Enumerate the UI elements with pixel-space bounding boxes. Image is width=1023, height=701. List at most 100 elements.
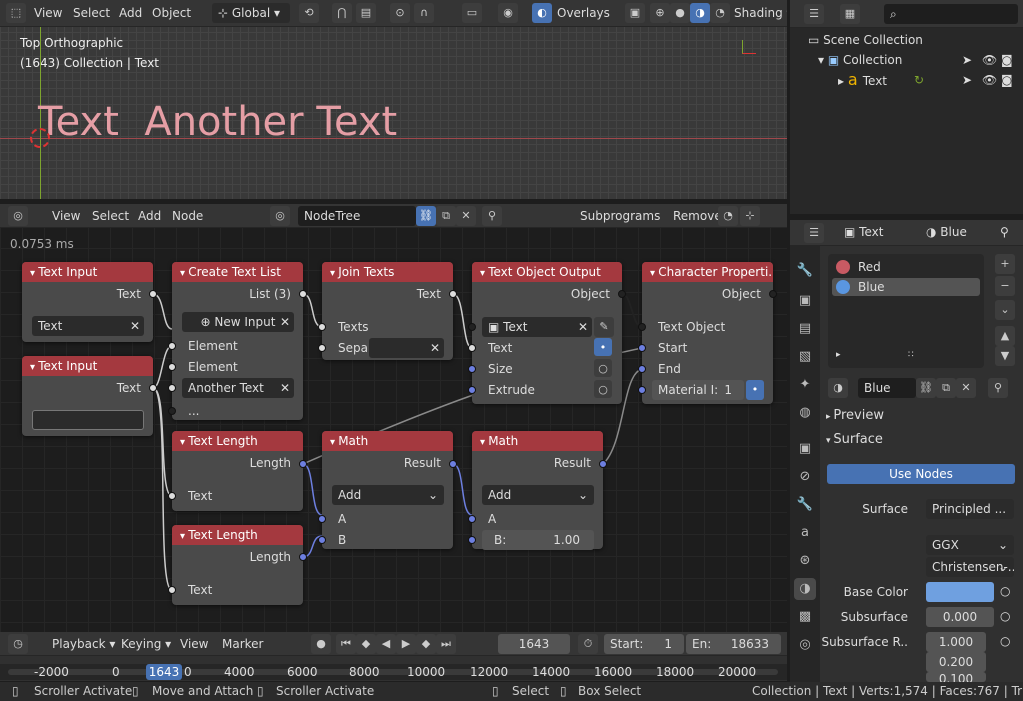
preview-panel-header[interactable]: ▸ Preview	[826, 408, 884, 423]
gizmo-toggle-icon[interactable]: ◐	[532, 3, 552, 23]
socket-in-text[interactable]	[168, 492, 176, 500]
editor-type-icon[interactable]: ⬚	[6, 3, 26, 23]
viewport-menu-object[interactable]: Object	[152, 0, 191, 26]
scene-text-object[interactable]: Text Another Text	[38, 98, 397, 146]
viewport-menu-select[interactable]: Select	[73, 0, 110, 26]
xray-icon[interactable]: ▣	[625, 3, 645, 23]
outliner-search-input[interactable]: ⌕	[884, 4, 1018, 24]
material-name-field[interactable]: Blue	[858, 378, 916, 398]
wireframe-shading-icon[interactable]: ⊕	[650, 3, 670, 23]
math-b-field[interactable]: B: 1.00	[482, 530, 594, 550]
move-up-icon[interactable]: ▲	[995, 326, 1015, 346]
eye-icon[interactable]: 👁	[982, 70, 997, 90]
subsurface-radius-x[interactable]: 1.000	[926, 632, 986, 652]
data-tab-icon[interactable]: a	[794, 522, 816, 544]
socket-out-result[interactable]	[449, 460, 457, 468]
view-layer-tab-icon[interactable]: ▧	[794, 346, 816, 368]
resize-grip-icon[interactable]: ∷	[908, 350, 914, 360]
timeline-type-icon[interactable]: ◷	[8, 634, 28, 654]
text-input-field[interactable]: Text ✕	[32, 316, 144, 336]
material-slot-blue[interactable]: Blue	[832, 278, 980, 296]
constraints-tab-icon[interactable]: ⊘	[794, 466, 816, 488]
playback-menu[interactable]: Playback ▾	[52, 632, 115, 656]
proportional-edit-icon[interactable]: ⊙	[390, 3, 410, 23]
socket-in-size[interactable]	[468, 365, 476, 373]
3d-viewport[interactable]: ⬚ View Select Add Object ⊹ Global ▾ ⟲ ⋂ …	[0, 0, 787, 199]
socket-in-text[interactable]	[468, 344, 476, 352]
play-icon[interactable]: ▶	[396, 634, 416, 654]
world-tab-icon[interactable]: ◍	[794, 402, 816, 424]
rendered-shading-icon[interactable]: ◔	[710, 3, 730, 23]
subsurface-method-dropdown[interactable]: Christensen-... ⌄	[926, 557, 1014, 577]
prev-keyframe-icon[interactable]: ◆	[356, 634, 376, 654]
slot-menu-icon[interactable]: ⌄	[995, 300, 1015, 320]
math-operation-dropdown[interactable]: Add ⌄	[332, 485, 444, 505]
fake-user-icon[interactable]: ⛓	[916, 378, 936, 398]
object-tab-icon[interactable]: ▣	[794, 438, 816, 460]
socket-link-icon[interactable]: ○	[1000, 609, 1010, 623]
jump-end-icon[interactable]: ⏭	[436, 634, 456, 654]
start-frame-field[interactable]: Start: 1	[604, 634, 684, 654]
snap-target-icon[interactable]: ▤	[356, 3, 376, 23]
socket-in-start[interactable]	[638, 344, 646, 352]
render-tab-icon[interactable]: ▣	[794, 290, 816, 312]
link-type-icon[interactable]: ⚲	[988, 378, 1008, 398]
physics-tab-icon[interactable]: ⊛	[794, 550, 816, 572]
current-frame-field[interactable]: 1643	[498, 634, 570, 654]
node-math-1[interactable]: Math Result Add⌄ A B	[318, 431, 457, 549]
subsurface-radius-z[interactable]: 0.100	[926, 672, 986, 682]
node-text-input-2[interactable]: Text Input Text	[22, 356, 157, 436]
size-toggle-icon[interactable]: ○	[594, 359, 612, 377]
socket-in-end[interactable]	[638, 365, 646, 373]
collection-row[interactable]: ▾ ▣ Collection ➤ 👁 ◙	[818, 50, 1023, 70]
scene-collection-row[interactable]: ▭ Scene Collection	[808, 30, 923, 50]
node-text-input-1[interactable]: Text Input Text Text✕	[22, 262, 157, 342]
socket-link-icon[interactable]: ○	[1000, 634, 1010, 648]
viewport-menu-view[interactable]: View	[34, 0, 62, 26]
display-mode-icon[interactable]: ▦	[840, 4, 860, 24]
socket-in-extrude[interactable]	[468, 386, 476, 394]
camera-icon[interactable]: ◙	[1001, 70, 1013, 90]
socket-in-texts[interactable]	[318, 323, 326, 331]
falloff-icon[interactable]: ∩	[414, 3, 434, 23]
add-slot-icon[interactable]: +	[995, 254, 1015, 274]
text-object-row[interactable]: ▸ a Text ↻ ➤ 👁 ◙	[838, 70, 1023, 90]
text-input-field-active[interactable]	[32, 410, 144, 430]
camera-icon[interactable]: ◙	[1001, 50, 1013, 70]
chevron-right-icon[interactable]: ▸	[836, 350, 841, 360]
socket-out-result[interactable]	[599, 460, 607, 468]
play-reverse-icon[interactable]: ◀	[376, 634, 396, 654]
tool-tab-icon[interactable]: 🔧	[794, 260, 816, 282]
object-types-icon[interactable]: ▭	[462, 3, 482, 23]
select-arrow-icon[interactable]: ➤	[962, 50, 972, 70]
material-slot-list[interactable]: Red Blue ▸ ∷	[828, 254, 984, 368]
texture-tab-icon[interactable]: ▩	[794, 606, 816, 628]
node-text-object-output[interactable]: Text Object Output Object ▣ Text✕ ✎ Text…	[468, 262, 626, 404]
socket-in-b[interactable]	[318, 536, 326, 544]
timeline[interactable]: ◷ Playback ▾ Keying ▾ View Marker ● ⏮ ◆ …	[0, 632, 787, 681]
socket-in-text-object[interactable]	[638, 323, 646, 331]
material-browse-icon[interactable]: ◑	[828, 378, 848, 398]
timeline-menu-marker[interactable]: Marker	[222, 632, 263, 656]
modifiers-tab-icon[interactable]: 🔧	[794, 494, 816, 516]
material-slot-red[interactable]: Red	[832, 258, 980, 276]
subsurface-radius-y[interactable]: 0.200	[926, 652, 986, 672]
duplicate-material-icon[interactable]: ⧉	[936, 378, 956, 398]
surface-panel-header[interactable]: ▾ Surface	[826, 432, 883, 447]
socket-out-text[interactable]	[149, 290, 157, 298]
timeline-menu-view[interactable]: View	[180, 632, 208, 656]
end-frame-field[interactable]: En: 18633	[686, 634, 781, 654]
use-nodes-button[interactable]: Use Nodes	[827, 464, 1015, 484]
socket-in-element-2[interactable]	[168, 363, 176, 371]
node-join-texts[interactable]: Join Texts Text Texts Separ ✕	[318, 262, 457, 360]
surface-shader-field[interactable]: Principled ...	[926, 499, 1014, 519]
visibility-icon[interactable]: ◉	[498, 3, 518, 23]
distribution-dropdown[interactable]: GGX ⌄	[926, 535, 1014, 555]
current-frame-indicator[interactable]: 1643	[146, 664, 182, 680]
material-toggle-icon[interactable]: •	[746, 380, 764, 400]
record-icon[interactable]: ●	[311, 634, 331, 654]
separator-field[interactable]: ✕	[369, 338, 444, 358]
socket-in-element-1[interactable]	[168, 342, 176, 350]
scene-tab-icon[interactable]: ✦	[794, 374, 816, 396]
node-create-text-list[interactable]: Create Text List List (3) ⊕ New Input✕ E…	[168, 262, 307, 420]
